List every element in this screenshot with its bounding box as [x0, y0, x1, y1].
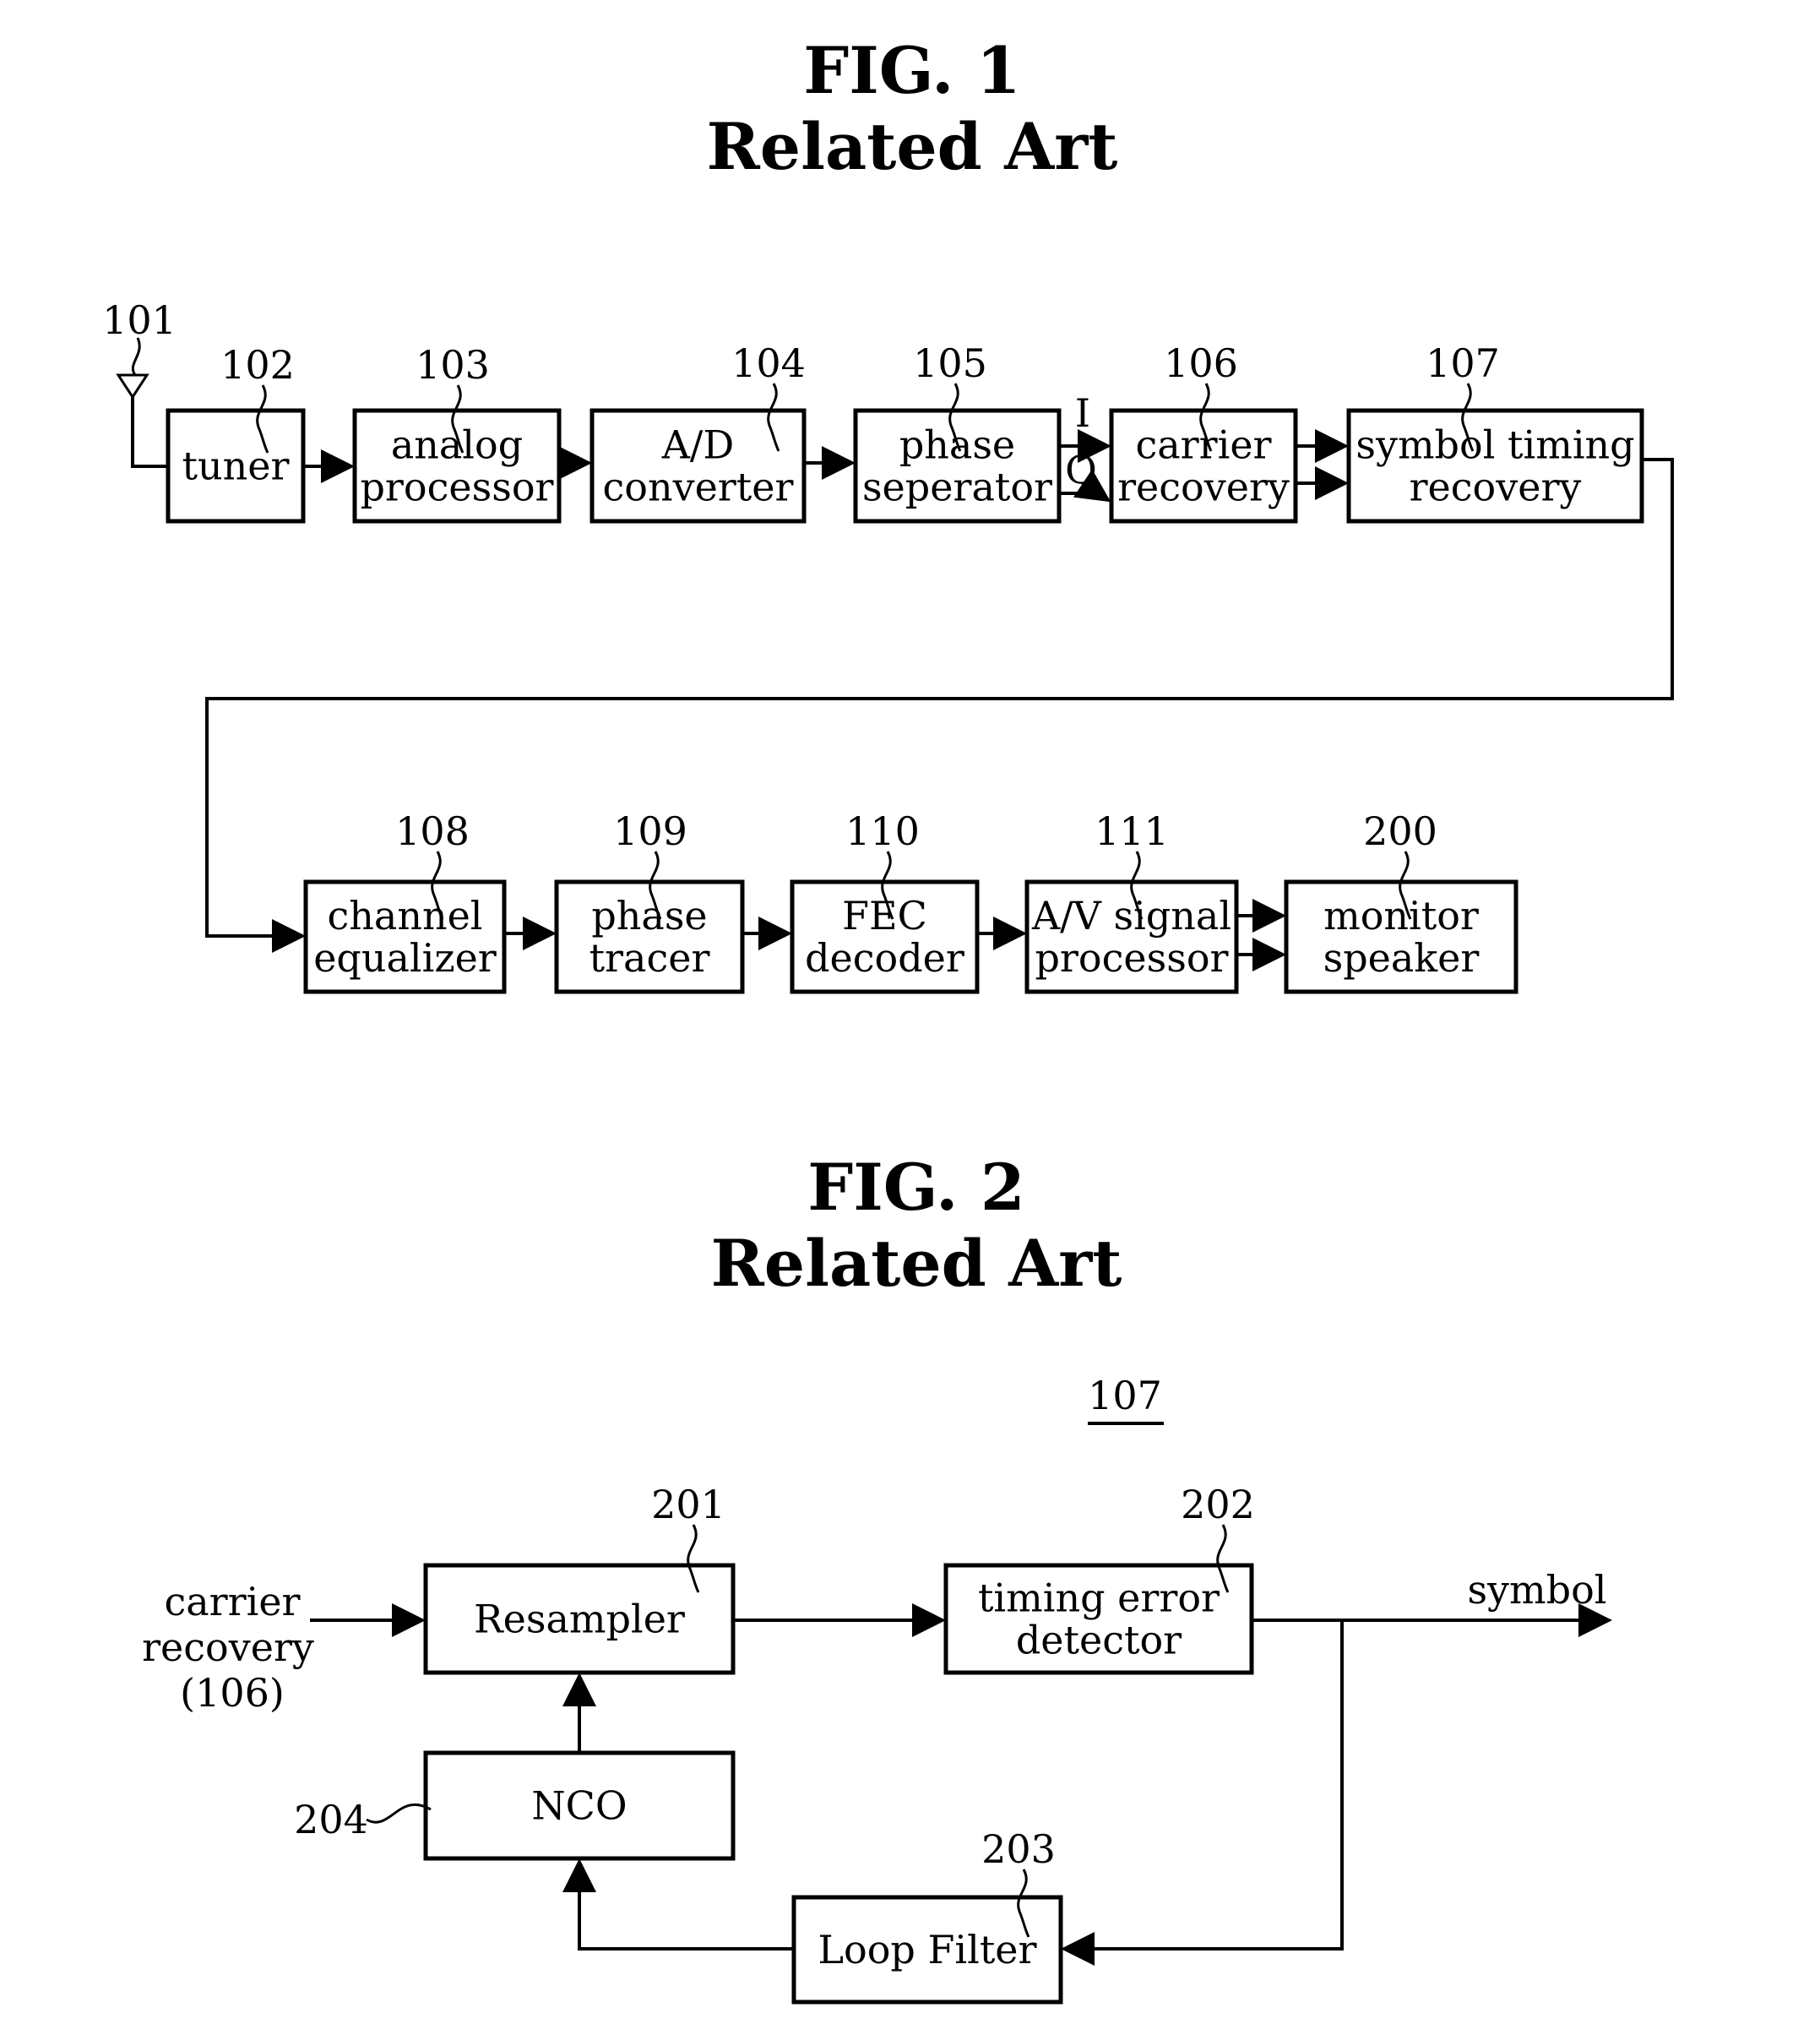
ref-102: 102 [220, 342, 295, 388]
ref-104: 104 [731, 340, 806, 386]
patent-figures: FIG. 1 Related Art 101 tuner102analogpro… [102, 33, 1674, 2005]
fig2-block-nco: NCO 204 [294, 1750, 736, 1861]
ref-103: 103 [416, 342, 490, 388]
fig1-block-channel-equalizer: channelequalizer 108 [303, 808, 507, 994]
timing-error-detector-label-line2: detector [1016, 1618, 1182, 1663]
input-label-line2: recovery [142, 1624, 314, 1670]
carrier-recovery-label-line2: recovery [1117, 465, 1290, 510]
analog-processor-label-line1: analog [391, 422, 523, 468]
fig1-block-carrier-recovery: carrierrecovery106 [1109, 340, 1298, 524]
signal-label-i: I [1075, 390, 1090, 436]
phase-tracer-label-line1: phase [591, 893, 707, 939]
fig2-wires [310, 1603, 1612, 1966]
ref-201: 201 [651, 1482, 725, 1527]
ref-106: 106 [1164, 340, 1238, 386]
resampler-label-line1: Resampler [474, 1597, 685, 1642]
fig1-block-fec-decoder: FECdecoder110 [790, 808, 980, 994]
ref-202: 202 [1181, 1482, 1255, 1527]
fig2-block-loop-filter: Loop Filter 203 [791, 1826, 1063, 2005]
output-label-symbol: symbol [1467, 1567, 1606, 1613]
signal-label-q: Q [1065, 447, 1097, 492]
ref-200: 200 [1363, 808, 1437, 854]
ref-105: 105 [913, 340, 987, 386]
a-d-converter-label-line2: converter [603, 465, 794, 510]
fig1-subtitle: Related Art [707, 109, 1118, 184]
ref-101: 101 [102, 297, 177, 343]
fec-decoder-label-line2: decoder [805, 935, 964, 981]
phase-seperator-label-line2: seperator [862, 465, 1052, 510]
assembly-ref-107: 107 [1088, 1373, 1162, 1418]
fig2-title: FIG. 2 [807, 1150, 1025, 1225]
ref-107: 107 [1426, 340, 1500, 386]
antenna-icon [116, 337, 168, 468]
tuner-label-line1: tuner [182, 443, 290, 489]
a-v-signal-processor-label-line1: A/V signal [1031, 893, 1231, 939]
ref-108: 108 [395, 808, 470, 854]
leader-line-104 [767, 383, 780, 452]
a-v-signal-processor-label-line2: processor [1035, 935, 1228, 981]
timing-error-detector-label-line1: timing error [978, 1575, 1220, 1621]
fig2-block-resampler: Resampler 201 [423, 1482, 736, 1675]
channel-equalizer-label-line1: channel [328, 893, 483, 939]
fig2-subtitle: Related Art [711, 1226, 1122, 1301]
ref-203: 203 [981, 1826, 1056, 1872]
ref-111: 111 [1095, 808, 1169, 854]
ref-204: 204 [294, 1797, 368, 1842]
symbol-timing-recovery-label-line2: recovery [1410, 465, 1582, 510]
leader-line-201 [687, 1524, 700, 1593]
ref-110: 110 [845, 808, 920, 854]
monitor-speaker-label-line1: monitor [1323, 893, 1479, 939]
fig1-block-symbol-timing-recovery: symbol timingrecovery 107 [1346, 340, 1644, 524]
a-d-converter-label-line1: A/D [661, 422, 735, 468]
leader-line-204 [366, 1803, 432, 1824]
fig1-block-phase-seperator: phaseseperator105 [853, 340, 1062, 524]
fig1-block-a-d-converter: A/Dconverter 104 [589, 340, 807, 524]
analog-processor-label-line2: processor [360, 465, 553, 510]
ref-109: 109 [613, 808, 687, 854]
fig1-block-tuner: tuner 102 [166, 342, 306, 524]
monitor-speaker-label-line2: speaker [1323, 935, 1480, 981]
loop-filter-label-line1: Loop Filter [818, 1927, 1036, 1972]
input-label-line3: (106) [180, 1670, 285, 1716]
fig1-block-monitor-speaker: monitorspeaker 200 [1284, 808, 1518, 994]
phase-tracer-label-line2: tracer [589, 935, 710, 981]
fig1-block-analog-processor: analogprocessor 103 [352, 342, 562, 524]
input-label-line1: carrier [164, 1579, 300, 1624]
fig1-block-a-v-signal-processor: A/V signalprocessor 111 [1024, 808, 1239, 994]
symbol-timing-recovery-label-line1: symbol timing [1355, 422, 1634, 468]
fig2-block-timing-error-detector: timing errordetector 202 [943, 1482, 1255, 1675]
fig1-block-phase-tracer: phasetracer 109 [554, 808, 745, 994]
channel-equalizer-label-line2: equalizer [313, 935, 497, 981]
fig1-title: FIG. 1 [803, 33, 1021, 108]
nco-label-line1: NCO [531, 1783, 627, 1829]
